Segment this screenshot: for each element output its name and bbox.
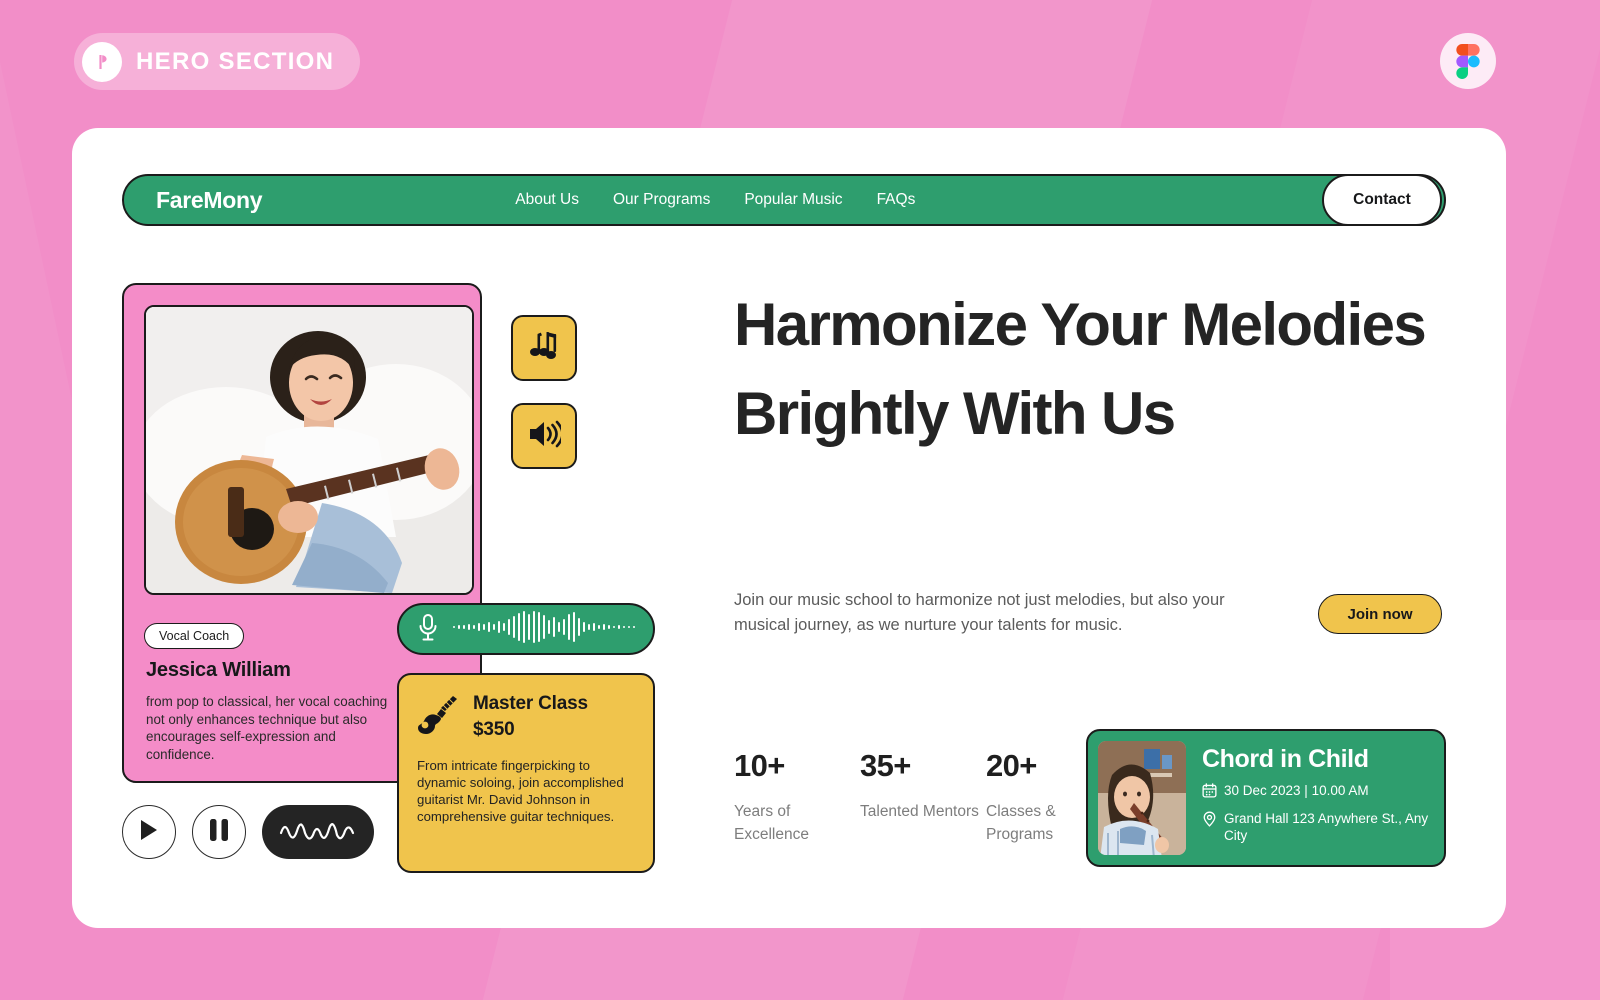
event-location: Grand Hall 123 Anywhere St., Any City bbox=[1224, 811, 1429, 843]
nav-item-faqs[interactable]: FAQs bbox=[877, 191, 916, 209]
event-date-row: 30 Dec 2023 | 10.00 AM bbox=[1202, 782, 1434, 802]
voice-recording-pill[interactable] bbox=[397, 603, 655, 655]
event-card[interactable]: Chord in Child 30 Dec 2023 | 10.00 AM Gr… bbox=[1086, 729, 1446, 867]
nav-links: About Us Our Programs Popular Music FAQs bbox=[515, 191, 915, 209]
nav-item-our-programs[interactable]: Our Programs bbox=[613, 191, 710, 209]
hero-subtext: Join our music school to harmonize not j… bbox=[734, 591, 1225, 634]
play-icon bbox=[139, 819, 159, 846]
join-now-button[interactable]: Join now bbox=[1318, 594, 1442, 634]
speaker-volume-button[interactable] bbox=[511, 403, 577, 469]
nav-item-popular-music[interactable]: Popular Music bbox=[744, 191, 842, 209]
player-controls bbox=[122, 805, 374, 859]
stat-label: Years of Excellence bbox=[734, 803, 809, 843]
hero-page-card: FareMony About Us Our Programs Popular M… bbox=[72, 128, 1506, 928]
pause-button[interactable] bbox=[192, 805, 246, 859]
contact-button[interactable]: Contact bbox=[1322, 174, 1442, 226]
calendar-icon bbox=[1202, 782, 1217, 802]
master-class-card[interactable]: Master Class $350 From intricate fingerp… bbox=[397, 673, 655, 873]
electric-guitar-icon bbox=[417, 691, 461, 740]
figma-logo-icon bbox=[1440, 33, 1496, 89]
brand-logo-text[interactable]: FareMony bbox=[156, 187, 263, 214]
play-button[interactable] bbox=[122, 805, 176, 859]
microphone-icon bbox=[417, 613, 439, 646]
stat-item: 10+ Years of Excellence bbox=[734, 748, 860, 846]
master-class-header: Master Class $350 bbox=[417, 691, 635, 743]
music-notes-icon bbox=[527, 329, 561, 368]
stats-row: 10+ Years of Excellence 35+ Talented Men… bbox=[734, 748, 1112, 846]
event-location-row: Grand Hall 123 Anywhere St., Any City bbox=[1202, 810, 1434, 844]
master-class-price: $350 bbox=[473, 719, 515, 740]
event-title: Chord in Child bbox=[1202, 745, 1369, 773]
stat-label: Talented Mentors bbox=[860, 803, 979, 820]
navbar: FareMony About Us Our Programs Popular M… bbox=[122, 174, 1446, 226]
page-title: Harmonize Your Melodies Brightly With Us bbox=[734, 291, 1427, 447]
event-photo bbox=[1098, 741, 1186, 855]
stat-value: 10+ bbox=[734, 748, 785, 783]
audio-waveform-icon bbox=[453, 610, 653, 649]
waveform-icon bbox=[279, 815, 357, 850]
event-details: Chord in Child 30 Dec 2023 | 10.00 AM Gr… bbox=[1202, 741, 1434, 855]
coach-photo bbox=[144, 305, 474, 595]
master-class-description: From intricate fingerpicking to dynamic … bbox=[417, 758, 624, 824]
map-pin-icon bbox=[1202, 810, 1217, 831]
waveform-button[interactable] bbox=[262, 805, 374, 859]
coach-name: Jessica William bbox=[146, 659, 291, 681]
hero-section-badge: HERO SECTION bbox=[74, 33, 361, 90]
event-date: 30 Dec 2023 | 10.00 AM bbox=[1224, 783, 1369, 798]
speaker-volume-icon bbox=[527, 418, 564, 455]
nav-item-about-us[interactable]: About Us bbox=[515, 191, 579, 209]
music-notes-button[interactable] bbox=[511, 315, 577, 381]
p-monogram-icon bbox=[82, 41, 122, 82]
hero-section-label: HERO SECTION bbox=[136, 47, 335, 75]
stat-value: 35+ bbox=[860, 748, 911, 783]
coach-role-tag: Vocal Coach bbox=[144, 623, 245, 649]
pause-icon bbox=[210, 818, 228, 846]
master-class-title: Master Class bbox=[473, 693, 588, 714]
coach-description: from pop to classical, her vocal coachin… bbox=[146, 694, 388, 762]
master-class-title-block: Master Class $350 bbox=[473, 691, 588, 743]
stat-item: 35+ Talented Mentors bbox=[860, 748, 986, 846]
